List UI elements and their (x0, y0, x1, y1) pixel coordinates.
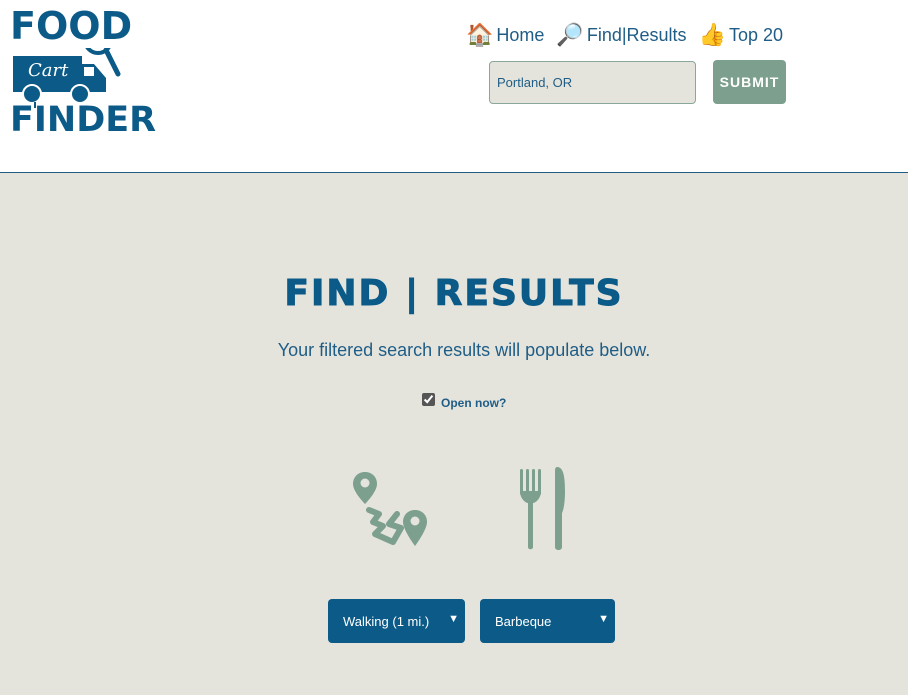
chevron-down-icon: ▼ (598, 613, 609, 625)
logo-word-food: FOOD (10, 4, 133, 48)
route-icon (353, 472, 427, 546)
nav-find-results[interactable]: 🔎 Find|Results (556, 24, 686, 46)
nav-home-label: Home (496, 24, 545, 45)
chevron-down-icon: ▼ (448, 613, 459, 625)
open-now-filter: Open now? (422, 388, 506, 410)
house-icon: 🏠 (466, 22, 494, 47)
nav-top-20-label: Top 20 (728, 24, 783, 45)
logo-word-finder: FINDER (10, 100, 157, 140)
logo-word-cart: Cart (28, 60, 69, 81)
nav-top-20[interactable]: 👍 Top 20 (699, 24, 783, 46)
cuisine-select[interactable]: Barbeque ▼ (480, 599, 615, 643)
open-now-checkbox[interactable] (422, 392, 435, 406)
nav-find-results-label: Find|Results (586, 24, 687, 45)
fork-knife-icon (520, 467, 565, 550)
magnifier-icon: 🔎 (556, 22, 584, 47)
site-header: FOOD Cart FINDER 🏠 Home 🔎 Find|Results 👍 (0, 0, 908, 173)
page-subtitle: Your filtered search results will popula… (277, 340, 651, 360)
distance-select-value: Walking (1 mi.) (343, 613, 430, 629)
open-now-label[interactable]: Open now? (441, 396, 506, 410)
cuisine-select-value: Barbeque (495, 613, 552, 629)
thumbs-up-icon: 👍 (698, 22, 726, 47)
distance-select[interactable]: Walking (1 mi.) ▼ (328, 599, 465, 643)
page-title: FIND | RESULTS (284, 273, 624, 315)
location-search-input[interactable] (489, 61, 696, 104)
site-logo[interactable]: FOOD Cart FINDER (10, 4, 156, 140)
nav-home[interactable]: 🏠 Home (466, 24, 544, 46)
submit-button[interactable]: SUBMIT (713, 60, 786, 104)
main-nav: 🏠 Home 🔎 Find|Results 👍 Top 20 (466, 20, 795, 50)
